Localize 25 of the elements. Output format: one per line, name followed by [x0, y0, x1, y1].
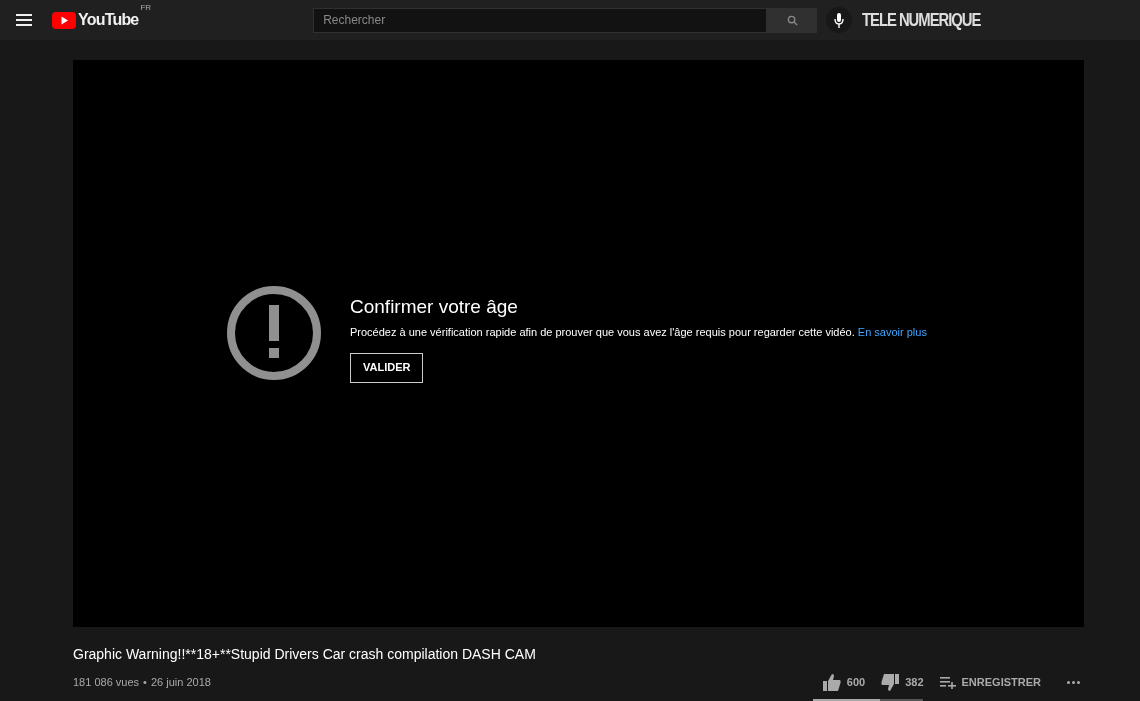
playlist-add-icon — [939, 676, 956, 689]
dislike-button[interactable]: 382 — [881, 674, 924, 691]
channel-logo[interactable]: TELE NUMERIQUE — [862, 5, 981, 35]
view-count: 181 086 vues — [73, 675, 140, 690]
video-title: Graphic Warning!!**18+**Stupid Drivers Car crash compilation DASH CAM — [73, 645, 537, 664]
separator-dot: • — [143, 675, 147, 690]
search-icon — [786, 14, 798, 26]
dialog-message: Procédez à une vérification rapide afin de prouver que vous avez l'âge requis pour regarder cette vidéo. En savoir plus — [350, 325, 927, 340]
like-button[interactable]: 600 — [822, 674, 866, 691]
learn-more-link[interactable]: En savoir plus — [857, 326, 927, 338]
validate-button[interactable]: VALIDER — [350, 352, 424, 383]
warning-icon — [226, 284, 322, 381]
upload-date: 26 juin 2018 — [150, 675, 211, 690]
save-button[interactable]: ENREGISTRER — [939, 674, 1041, 691]
more-icon[interactable] — [1067, 681, 1080, 684]
thumbs-down-icon — [881, 674, 900, 691]
thumbs-up-icon — [822, 674, 841, 691]
microphone-button[interactable] — [826, 7, 853, 33]
search-field[interactable]: Rechercher — [313, 7, 768, 33]
play-logo-icon — [52, 11, 76, 29]
dialog-title: Confirmer votre âge — [350, 294, 519, 319]
menu-icon[interactable] — [16, 14, 32, 26]
region-label: FR — [140, 2, 152, 14]
microphone-icon — [834, 12, 845, 28]
search-button[interactable] — [767, 7, 818, 33]
